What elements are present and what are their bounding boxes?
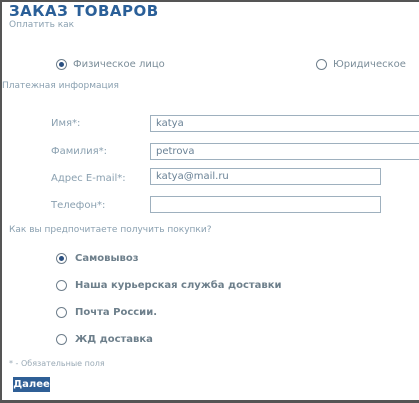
- payer-option-company-label: Юридическое: [333, 59, 406, 70]
- surname-label: Фамилия*:: [51, 146, 108, 157]
- payer-radio-company[interactable]: [316, 59, 327, 70]
- delivery-radio-pickup[interactable]: [56, 253, 67, 264]
- name-input[interactable]: [150, 115, 419, 132]
- surname-input[interactable]: [150, 143, 419, 160]
- delivery-question: Как вы предпочитаете получить покупки?: [9, 225, 212, 235]
- delivery-option-pickup-label: Самовывоз: [75, 253, 139, 264]
- delivery-radio-rail[interactable]: [56, 334, 67, 345]
- phone-label: Телефон*:: [51, 200, 106, 211]
- payer-section-label: Оплатить как: [9, 20, 75, 30]
- delivery-radio-courier[interactable]: [56, 280, 67, 291]
- delivery-option-rail-label: ЖД доставка: [75, 334, 153, 345]
- delivery-option-post-label: Почта России.: [75, 307, 157, 318]
- frame-border-left: [0, 0, 2, 403]
- payment-info-label: Платежная информация: [2, 81, 119, 91]
- delivery-radio-post[interactable]: [56, 307, 67, 318]
- email-input[interactable]: [150, 168, 381, 185]
- required-fields-note: * - Обязательные поля: [9, 359, 105, 368]
- next-button[interactable]: Далее: [13, 377, 50, 392]
- name-label: Имя*:: [51, 118, 81, 129]
- phone-input[interactable]: [150, 196, 381, 213]
- email-label: Адрес E-mail*:: [51, 173, 126, 184]
- page-title: ЗАКАЗ ТОВАРОВ: [9, 2, 159, 20]
- payer-radio-individual[interactable]: [56, 59, 67, 70]
- payer-option-individual-label: Физическое лицо: [73, 59, 165, 70]
- delivery-option-courier-label: Наша курьерская служба доставки: [75, 280, 282, 291]
